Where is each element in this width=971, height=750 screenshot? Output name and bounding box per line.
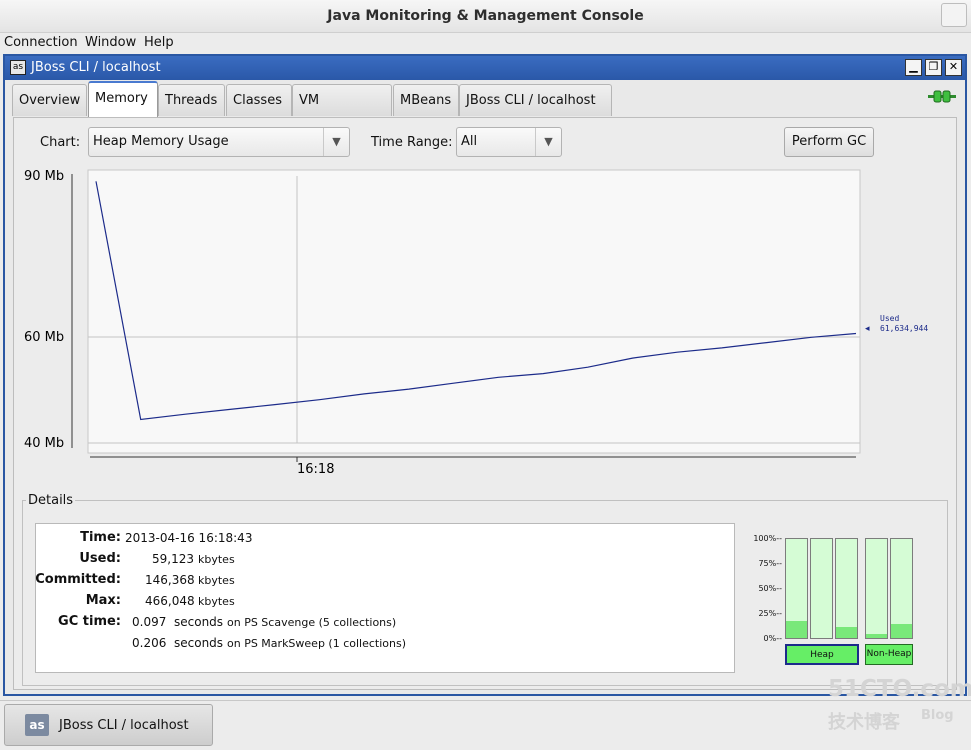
pct-label: 25%-- (758, 609, 782, 618)
heap-pool-bar-3[interactable] (835, 538, 858, 639)
watermark-site: 51CTO.com (828, 676, 971, 702)
chart-select-value: Heap Memory Usage (93, 134, 229, 149)
taskbar-item-label: JBoss CLI / localhost (59, 718, 189, 733)
end-marker: ◂ (865, 324, 870, 334)
bar-fill (891, 624, 912, 638)
watermark-sub: 技术博客 (828, 712, 900, 733)
gc2-value: 0.206 (132, 636, 167, 650)
window-close-button[interactable] (941, 3, 967, 27)
pct-label: 0%-- (763, 634, 782, 643)
bar-fill (836, 627, 857, 638)
time-range-select[interactable]: All ▼ (456, 127, 562, 157)
y-tick-label: 60 Mb (24, 330, 64, 345)
bar-fill (866, 634, 887, 638)
nonheap-pool-bar-1[interactable] (865, 538, 888, 639)
y-tick-label: 40 Mb (24, 436, 64, 451)
gc2-unit: seconds (174, 636, 224, 650)
pct-label: 75%-- (758, 559, 782, 568)
chevron-down-icon: ▼ (535, 128, 561, 156)
time-range-value: All (461, 134, 478, 149)
chart-select[interactable]: Heap Memory Usage ▼ (88, 127, 350, 157)
details-box (35, 523, 735, 673)
end-series-value: 61,634,944 (880, 324, 928, 333)
tab-classes[interactable]: Classes (226, 84, 292, 116)
committed-key: Committed: (35, 572, 121, 587)
internal-title-bar[interactable]: as JBoss CLI / localhost ▁ ❐ ✕ (5, 56, 965, 80)
menu-help[interactable]: Help (144, 35, 174, 50)
jboss-app-icon: as (25, 714, 49, 736)
menu-connection[interactable]: Connection (4, 35, 78, 50)
x-tick-label: 16:18 (297, 462, 334, 477)
tab-memory[interactable]: Memory (88, 81, 158, 117)
max-unit: kbytes (198, 595, 235, 608)
tab-threads[interactable]: Threads (158, 84, 225, 116)
memory-chart: 90 Mb 60 Mb 40 Mb 16:18 ◂ Used 61,634,94… (24, 169, 928, 477)
gc1-desc: on PS Scavenge (5 collections) (227, 616, 397, 629)
used-unit: kbytes (198, 553, 235, 566)
details-legend: Details (26, 493, 76, 508)
max-value: 466,048 (145, 594, 195, 608)
menu-window[interactable]: Window (85, 35, 136, 50)
heap-pool-button[interactable]: Heap (785, 644, 859, 665)
heap-pool-bar-2[interactable] (810, 538, 833, 639)
gc1-value: 0.097 (132, 615, 167, 629)
nonheap-pool-button[interactable]: Non-Heap (865, 644, 913, 665)
time-key: Time: (80, 530, 121, 545)
tab-jboss-cli[interactable]: JBoss CLI / localhost (459, 84, 612, 116)
chevron-down-icon: ▼ (323, 128, 349, 156)
chart-label: Chart: (40, 135, 81, 150)
gc2-desc: on PS MarkSweep (1 collections) (227, 637, 407, 650)
y-tick-label: 90 Mb (24, 169, 64, 184)
window-title: Java Monitoring & Management Console (327, 8, 644, 24)
used-value: 59,123 (152, 552, 194, 566)
tab-mbeans[interactable]: MBeans (393, 84, 459, 116)
window-title-bar: Java Monitoring & Management Console (0, 0, 971, 33)
menu-bar: Connection Window Help (0, 33, 971, 53)
time-range-label: Time Range: (371, 135, 453, 150)
committed-unit: kbytes (198, 574, 235, 587)
perform-gc-button[interactable]: Perform GC (784, 127, 874, 157)
restore-button[interactable]: ❐ (925, 59, 942, 76)
heap-pool-bar-1[interactable] (785, 538, 808, 639)
tab-overview[interactable]: Overview (12, 84, 87, 116)
watermark-blog: Blog (921, 708, 954, 723)
end-series-label: Used (880, 314, 899, 323)
bar-fill (786, 621, 807, 638)
close-button[interactable]: ✕ (945, 59, 962, 76)
nonheap-pool-bar-2[interactable] (890, 538, 913, 639)
pct-label: 50%-- (758, 584, 782, 593)
connection-status-icon (928, 90, 956, 103)
gc-time-key: GC time: (58, 614, 121, 629)
frame-app-icon: as (10, 60, 26, 75)
tab-vm-summary[interactable]: VM Summary (292, 84, 392, 140)
max-key: Max: (85, 593, 121, 608)
taskbar-item[interactable]: as JBoss CLI / localhost (4, 704, 213, 746)
pct-label: 100%-- (753, 534, 782, 543)
time-value: 2013-04-16 16:18:43 (125, 531, 253, 545)
committed-value: 146,368 (145, 573, 195, 587)
internal-title: JBoss CLI / localhost (31, 60, 161, 75)
gc1-unit: seconds (174, 615, 224, 629)
plot-area (87, 169, 861, 454)
used-key: Used: (79, 551, 121, 566)
minimize-button[interactable]: ▁ (905, 59, 922, 76)
